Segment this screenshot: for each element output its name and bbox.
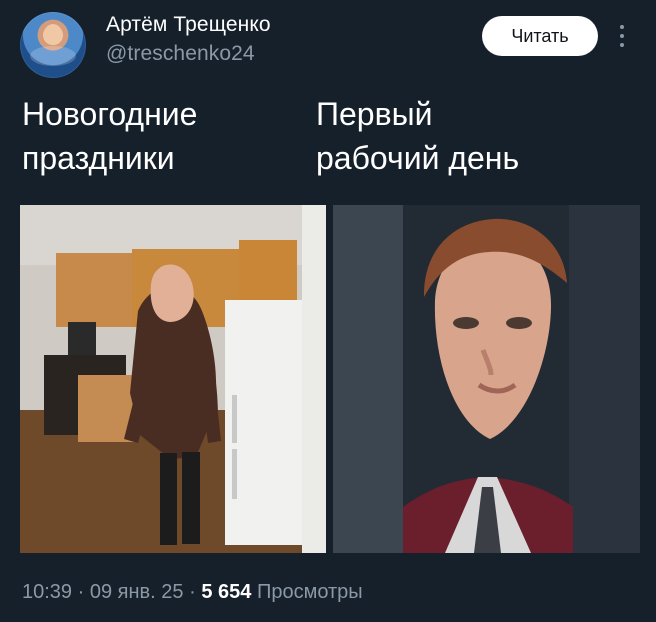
left-photo-art (20, 205, 326, 553)
tweet-meta: 10:39 · 09 янв. 25 · 5 654 Просмотры (22, 579, 363, 605)
person-left-leg (160, 453, 177, 545)
more-options-icon[interactable] (618, 21, 626, 51)
tweet-header: Артём Трещенко @treschenko24 Читать (0, 0, 656, 90)
doorway-frame (302, 205, 326, 553)
portrait-background-right (569, 205, 640, 553)
right-photo-art (333, 205, 640, 553)
fridge-handle-upper (232, 395, 237, 443)
meta-separator-1: · (77, 581, 85, 603)
more-options-dot (620, 25, 624, 29)
left-photo[interactable] (20, 205, 326, 553)
left-eye (453, 317, 479, 329)
tweet-date[interactable]: 09 янв. 25 (90, 581, 184, 603)
caption-left: Новогодние праздники (22, 96, 198, 176)
fridge-handle-lower (232, 449, 237, 499)
more-options-dot (620, 43, 624, 47)
views-label: Просмотры (256, 581, 363, 603)
meta-separator-2: · (189, 581, 196, 603)
caption-right: Первый рабочий день (316, 96, 520, 176)
right-photo[interactable] (333, 205, 640, 553)
avatar[interactable] (20, 12, 86, 78)
right-eye (506, 317, 532, 329)
author-handle[interactable]: @treschenko24 (106, 41, 255, 67)
tweet-time[interactable]: 10:39 (22, 581, 72, 603)
microwave (68, 322, 96, 357)
more-options-dot (620, 34, 624, 38)
person-right-leg (182, 452, 200, 544)
views-count: 5 654 (201, 581, 252, 603)
follow-button[interactable]: Читать (482, 16, 598, 56)
author-name[interactable]: Артём Трещенко (106, 12, 271, 38)
portrait-background-left (333, 205, 403, 553)
